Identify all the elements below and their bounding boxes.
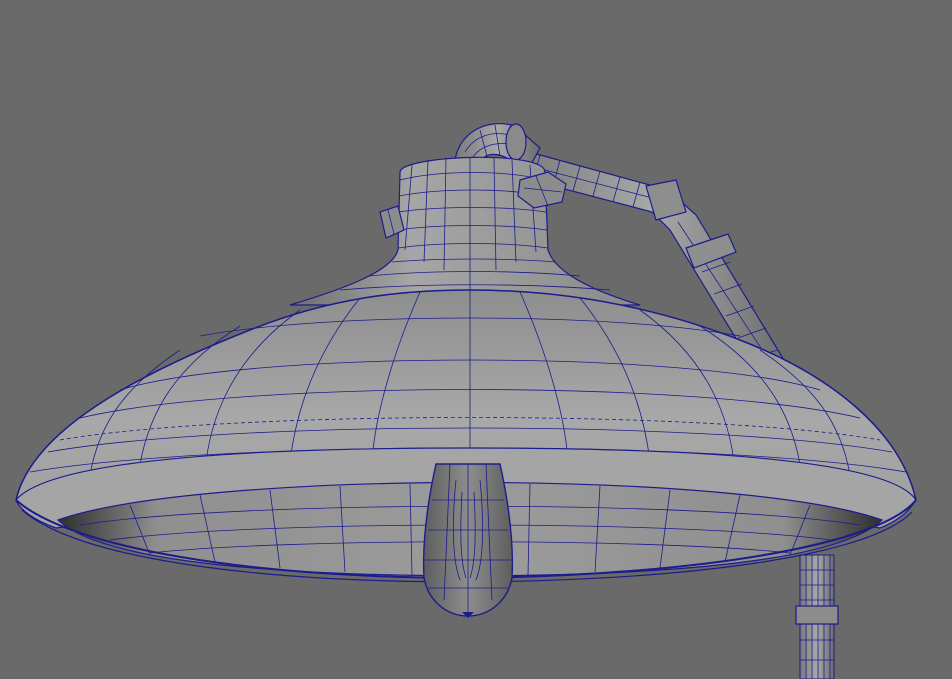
pipe-stand [795, 554, 839, 679]
lamp-render [15, 122, 917, 679]
3d-viewport[interactable] [0, 0, 952, 679]
light-bulb [422, 463, 514, 618]
